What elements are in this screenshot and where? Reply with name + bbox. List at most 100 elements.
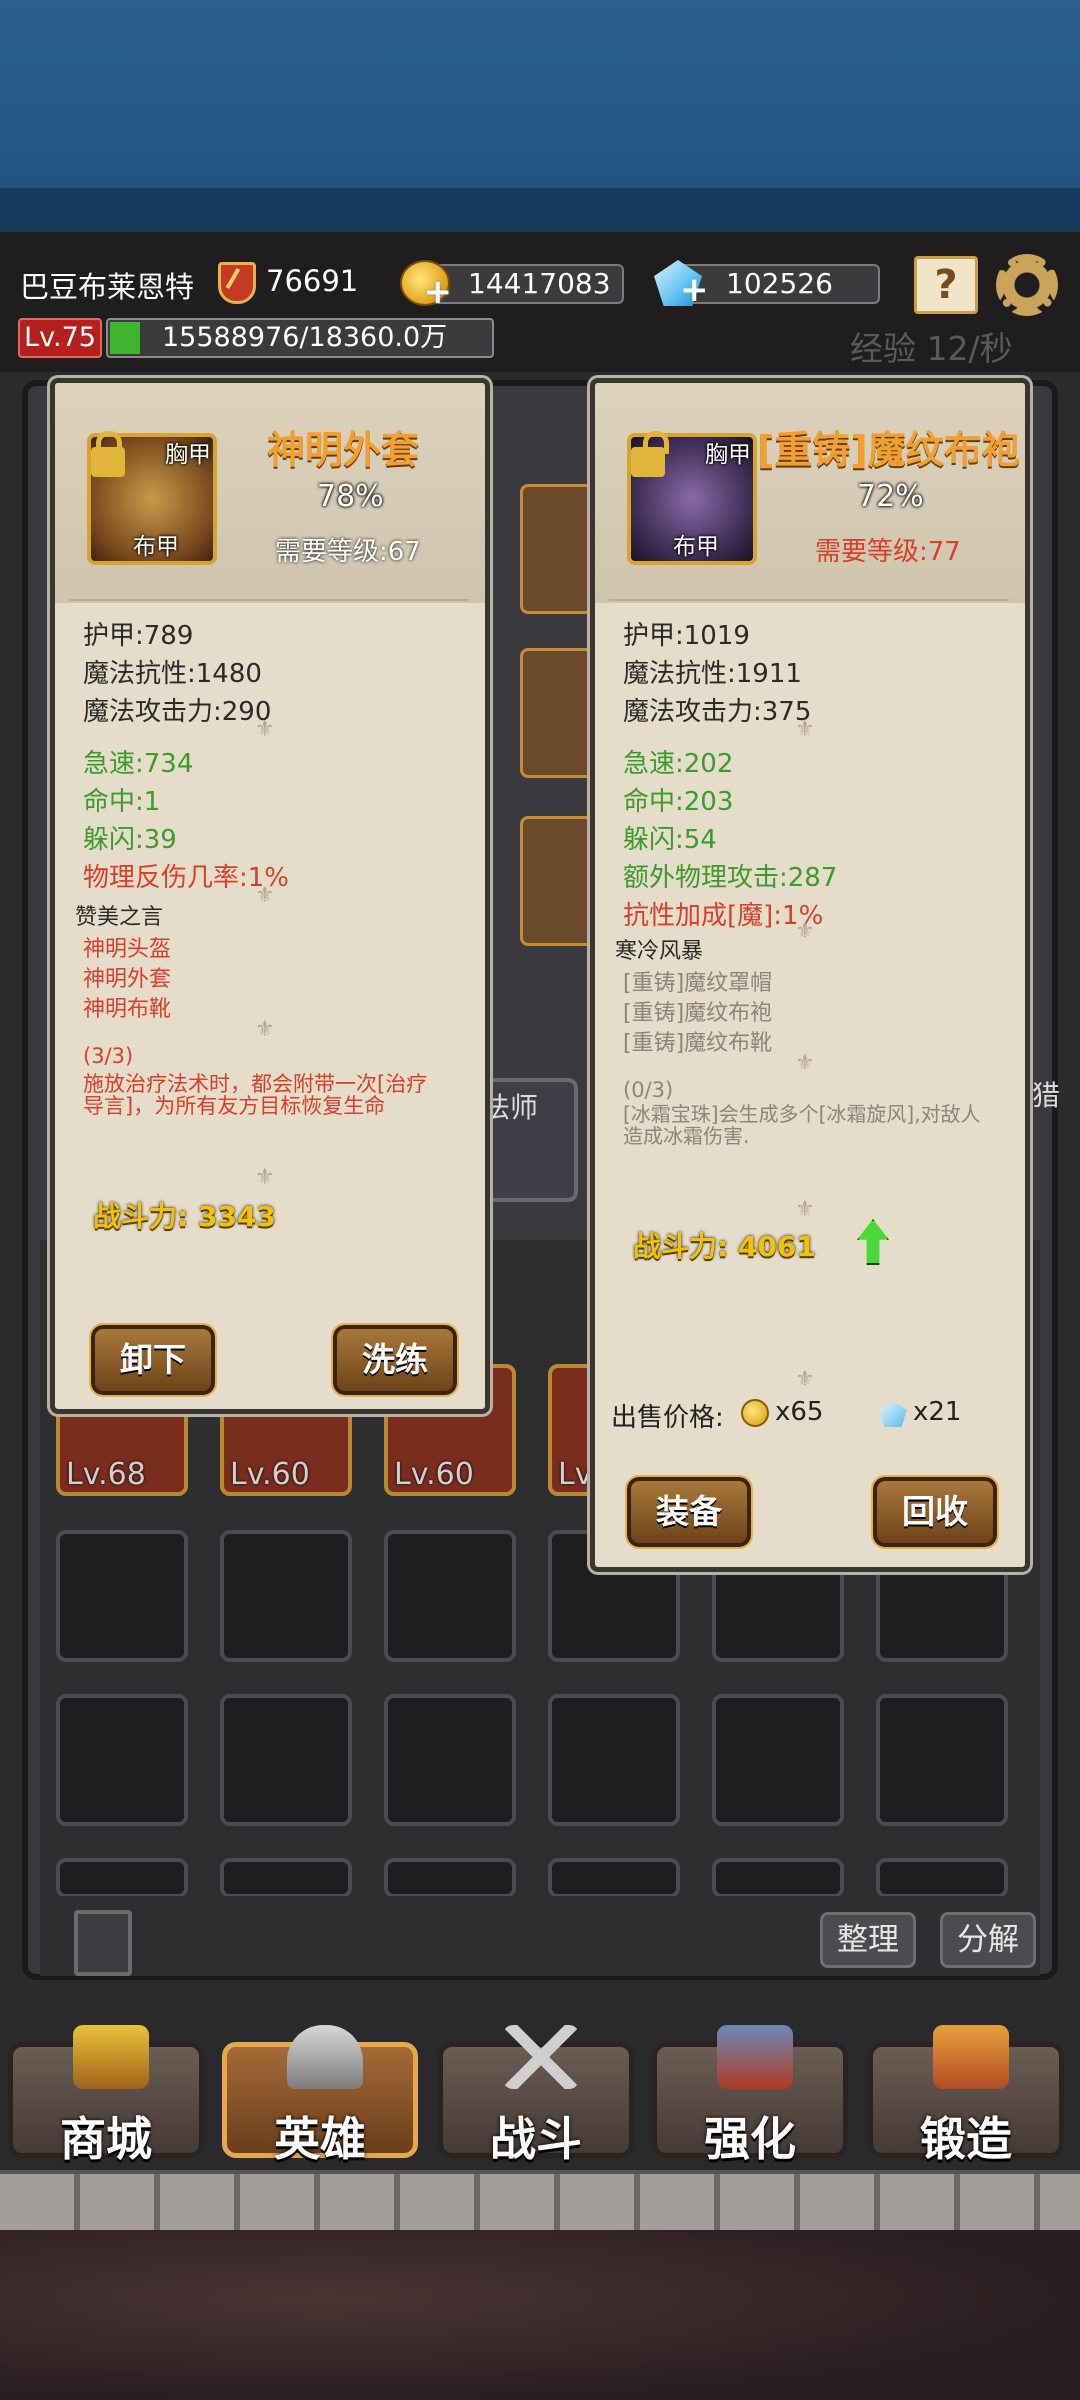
reforge-button[interactable]: 洗练 xyxy=(331,1323,459,1397)
equip-button[interactable]: 装备 xyxy=(625,1475,753,1549)
set-item: [重铸]魔纹罩帽 xyxy=(623,971,773,996)
inventory-slot[interactable] xyxy=(712,1858,844,1898)
item-power: 战斗力: 4061 xyxy=(633,1230,816,1263)
inventory-slot[interactable] xyxy=(384,1858,516,1898)
stat-hit: 命中:203 xyxy=(623,787,734,817)
stat-magic-attack: 魔法攻击力:290 xyxy=(83,697,272,727)
set-name: 赞美之言 xyxy=(75,905,164,930)
nav-battle[interactable]: 战斗 xyxy=(438,2025,634,2166)
set-progress: (0/3) xyxy=(623,1078,674,1102)
hero-class-label: 法师 xyxy=(482,1091,539,1124)
sort-button[interactable]: 整理 xyxy=(820,1912,916,1968)
helmet-icon xyxy=(287,2025,363,2089)
set-item: 神明外套 xyxy=(83,967,172,992)
player-level-badge: Lv.75 xyxy=(18,318,102,358)
gem-value: 102526 xyxy=(726,267,833,300)
stat-dodge: 躲闪:39 xyxy=(83,825,177,855)
gold-coin-plus-icon[interactable] xyxy=(400,260,452,312)
gem-plus-sign-icon[interactable]: + xyxy=(680,270,709,310)
stat-haste: 急速:734 xyxy=(83,749,194,779)
nav-forge-label: 锻造 xyxy=(920,2112,1012,2166)
item-level: Lv xyxy=(558,1457,593,1492)
forge-altar-icon xyxy=(933,2025,1009,2089)
gold-value: 14417083 xyxy=(468,267,611,300)
experience-bar: 15588976/18360.0万 xyxy=(106,318,494,358)
unequip-button[interactable]: 卸下 xyxy=(89,1323,217,1397)
sell-gold-amount: x65 xyxy=(775,1397,824,1427)
stat-magic-attack: 魔法攻击力:375 xyxy=(623,697,812,727)
recycle-button[interactable]: 回收 xyxy=(871,1475,999,1549)
compare-item-card: 胸甲 布甲 [重铸]魔纹布袍 72% 需要等级:77 护甲:1019 魔法抗性:… xyxy=(587,375,1033,1575)
inventory-slot[interactable] xyxy=(220,1858,352,1898)
inventory-slot[interactable] xyxy=(876,1694,1008,1826)
power-up-arrow-icon xyxy=(857,1219,889,1265)
item-quality: 72% xyxy=(857,479,924,514)
item-name: [重铸]魔纹布袍 xyxy=(757,428,1020,472)
divider-ornament: ⚜ xyxy=(795,1367,815,1392)
slot-type-label: 胸甲 xyxy=(165,442,211,468)
nav-battle-label: 战斗 xyxy=(490,2112,582,2166)
nav-enhance[interactable]: 强化 xyxy=(652,2025,848,2166)
settings-gear-icon[interactable] xyxy=(996,254,1058,316)
inventory-slot[interactable] xyxy=(384,1530,516,1662)
gem-icon xyxy=(879,1401,907,1427)
divider-ornament: ⚜ xyxy=(255,1017,275,1042)
nav-shop[interactable]: 商城 xyxy=(8,2025,204,2166)
sky-edge xyxy=(0,188,1080,232)
inventory-slot[interactable] xyxy=(220,1694,352,1826)
armor-type-label: 布甲 xyxy=(673,534,719,560)
stat-extra-physical-attack: 额外物理攻击:287 xyxy=(623,863,838,893)
armor-type-label: 布甲 xyxy=(133,534,179,560)
divider-ornament: ⚜ xyxy=(795,919,815,944)
set-item: [重铸]魔纹布袍 xyxy=(623,1001,773,1026)
set-effect-line: 造成冰霜伤害. xyxy=(623,1124,750,1148)
lock-icon[interactable] xyxy=(91,431,125,477)
inventory-slot[interactable] xyxy=(384,1694,516,1826)
item-level: Lv.60 xyxy=(230,1457,310,1492)
equipped-item-card: 胸甲 布甲 神明外套 78% 需要等级:67 护甲:789 魔法抗性:1480 … xyxy=(47,375,493,1417)
divider-ornament: ⚜ xyxy=(255,1165,275,1190)
inventory-slot[interactable] xyxy=(876,1858,1008,1898)
inventory-slot[interactable] xyxy=(220,1530,352,1662)
quest-book-icon[interactable]: ? xyxy=(914,256,978,314)
item-level: Lv.60 xyxy=(394,1457,474,1492)
nav-hero[interactable]: 英雄 xyxy=(222,2025,418,2166)
slot-type-label: 胸甲 xyxy=(705,442,751,468)
item-codex-icon[interactable] xyxy=(74,1910,132,1976)
set-item: 神明头盔 xyxy=(83,937,172,962)
inventory-slot[interactable] xyxy=(548,1694,680,1826)
divider-ornament: ⚜ xyxy=(795,1197,815,1222)
divider-ornament: ⚜ xyxy=(255,883,275,908)
inventory-slot[interactable] xyxy=(56,1694,188,1826)
divider xyxy=(609,599,1009,601)
inventory-slot[interactable] xyxy=(56,1530,188,1662)
stat-hit: 命中:1 xyxy=(83,787,161,817)
hero-class-label-partial: 猎 xyxy=(1032,1079,1061,1112)
required-level: 需要等级:77 xyxy=(815,537,961,567)
inventory-slot[interactable] xyxy=(548,1858,680,1898)
set-effect-line: [冰霜宝珠]会生成多个[冰霜旋风],对敌人 xyxy=(623,1102,981,1126)
divider-ornament: ⚜ xyxy=(255,717,275,742)
item-name: 神明外套 xyxy=(267,428,420,472)
nav-enhance-label: 强化 xyxy=(704,2112,796,2166)
decompose-button[interactable]: 分解 xyxy=(940,1912,1036,1968)
exp-rate-text: 经验 12/秒 xyxy=(850,329,1013,368)
combat-power-value: 76691 xyxy=(266,264,359,298)
set-effect-line: 施放治疗法术时，都会附带一次[治疗 xyxy=(83,1072,428,1096)
unlock-icon[interactable] xyxy=(631,431,669,477)
gold-coin-icon xyxy=(741,1399,769,1427)
stat-magic-resist: 魔法抗性:1911 xyxy=(623,659,802,689)
player-name[interactable]: 巴豆布莱恩特 xyxy=(20,264,194,306)
hammer-anvil-icon xyxy=(717,2025,793,2089)
inventory-slot[interactable] xyxy=(712,1694,844,1826)
treasure-chest-icon xyxy=(73,2025,149,2089)
stone-wall xyxy=(0,2170,1080,2230)
nav-forge[interactable]: 锻造 xyxy=(868,2025,1064,2166)
experience-bar-fill xyxy=(110,322,140,354)
item-level: Lv.68 xyxy=(66,1457,146,1492)
crossed-swords-icon xyxy=(503,2025,579,2089)
nav-hero-label: 英雄 xyxy=(274,2112,366,2166)
set-name: 寒冷风暴 xyxy=(615,939,704,964)
inventory-slot[interactable] xyxy=(56,1858,188,1898)
stat-dodge: 躲闪:54 xyxy=(623,825,717,855)
